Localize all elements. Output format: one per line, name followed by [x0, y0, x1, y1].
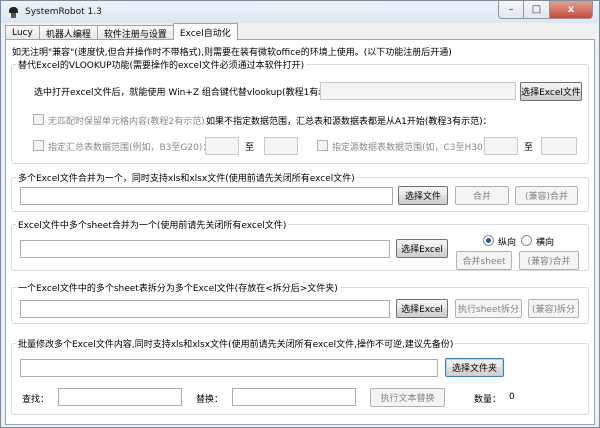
- window-controls: – □ x: [498, 1, 593, 19]
- summary-range-to-label: 至: [245, 143, 255, 153]
- select-excel-file-button[interactable]: 选择Excel文件: [520, 82, 582, 101]
- merge-button[interactable]: 合并: [455, 186, 509, 205]
- merge-files-group: 多个Excel文件合并为一个，同时支持xls和xlsx文件(使用前请先关闭所有e…: [11, 171, 589, 212]
- batch-folder-path-field[interactable]: [20, 359, 438, 377]
- split-sheets-path-field[interactable]: [20, 300, 390, 318]
- excel-automation-panel: 如无注明"兼容"(速度快,但合并操作时不带格式),则需要在装有微软office的…: [5, 39, 595, 425]
- find-label: 查找：: [22, 395, 50, 405]
- replace-field[interactable]: [232, 388, 356, 406]
- source-range-to-label: 至: [524, 143, 534, 153]
- split-sheets-legend: 一个Excel文件中的多个sheet表拆分为多个Excel文件(存放在<拆分后>…: [16, 281, 340, 294]
- source-range-start-field[interactable]: [484, 137, 518, 155]
- summary-range-checkbox[interactable]: [33, 140, 44, 151]
- select-folder-button[interactable]: 选择文件夹: [445, 358, 504, 377]
- merge-sheets-legend: Excel文件中多个sheet合并为一个(使用前请先关闭所有excel文件): [16, 218, 289, 231]
- split-sheets-group: 一个Excel文件中的多个sheet表拆分为多个Excel文件(存放在<拆分后>…: [11, 281, 589, 324]
- maximize-button[interactable]: □: [524, 1, 550, 19]
- tab-excel-automation[interactable]: Excel自动化: [172, 23, 238, 40]
- horizontal-label: 横向: [536, 238, 555, 248]
- vertical-radio[interactable]: [483, 235, 494, 246]
- tab-robot-programming[interactable]: 机器人编程: [38, 25, 98, 40]
- tab-strip: Lucy 机器人编程 软件注册与设置 Excel自动化: [5, 23, 238, 40]
- compat-merge-files-button[interactable]: (兼容)合并: [515, 186, 578, 205]
- tab-registration-settings[interactable]: 软件注册与设置: [96, 25, 174, 40]
- vlookup-instruction: 选中打开excel文件后，就能使用 Win+Z 组合键代替vlookup(教程1…: [34, 88, 340, 98]
- minimize-button[interactable]: –: [498, 1, 524, 19]
- merge-sheets-path-field[interactable]: [20, 240, 390, 258]
- find-field[interactable]: [58, 388, 182, 406]
- title-bar[interactable]: SystemRobot 1.3 – □ x: [1, 1, 599, 23]
- compat-split-button[interactable]: (兼容)拆分: [528, 299, 579, 318]
- select-files-button[interactable]: 选择文件: [398, 186, 448, 205]
- keep-cell-content-label: 无匹配时保留单元格内容(教程2有示范): [48, 117, 205, 127]
- close-button[interactable]: x: [550, 1, 593, 19]
- vlookup-file-path-field[interactable]: [320, 82, 516, 100]
- summary-range-end-field[interactable]: [264, 137, 298, 155]
- range-note: 如果不指定数据范围，汇总表和源数据表都是从A1开始(教程3有示范)：: [206, 117, 492, 127]
- source-range-label: 指定源数据表数据范围(如，C3至H30)：: [332, 143, 496, 153]
- merge-sheets-group: Excel文件中多个sheet合并为一个(使用前请先关闭所有excel文件) 选…: [11, 218, 589, 271]
- vertical-label: 纵向: [498, 238, 517, 248]
- vlookup-legend: 替代Excel的VLOOKUP功能(需要操作的excel文件必须通过本软件打开): [16, 58, 307, 71]
- source-range-checkbox[interactable]: [317, 140, 328, 151]
- merge-files-legend: 多个Excel文件合并为一个，同时支持xls和xlsx文件(使用前请先关闭所有e…: [16, 171, 357, 184]
- batch-replace-group: 批量修改多个Excel文件内容,同时支持xls和xlsx文件(使用前请先关闭所有…: [11, 337, 589, 415]
- usage-notice: 如无注明"兼容"(速度快,但合并操作时不带格式),则需要在装有微软office的…: [12, 48, 452, 58]
- compat-merge-sheets-button[interactable]: (兼容)合并: [519, 251, 579, 270]
- replace-label: 替换：: [196, 395, 224, 405]
- app-window: SystemRobot 1.3 – □ x Lucy 机器人编程 软件注册与设置…: [0, 0, 600, 428]
- merge-sheets-select-excel-button[interactable]: 选择Excel: [396, 239, 448, 258]
- count-value: 0: [509, 392, 515, 402]
- execute-replace-button[interactable]: 执行文本替换: [370, 388, 445, 407]
- summary-range-start-field[interactable]: [205, 137, 239, 155]
- source-range-end-field[interactable]: [541, 137, 577, 155]
- summary-range-label: 指定汇总表数据范围(例如，B3至G20)：: [48, 143, 212, 153]
- batch-replace-legend: 批量修改多个Excel文件内容,同时支持xls和xlsx文件(使用前请先关闭所有…: [16, 337, 456, 350]
- merge-sheet-button[interactable]: 合并sheet: [456, 251, 512, 270]
- window-title: SystemRobot 1.3: [25, 7, 102, 17]
- keep-cell-content-checkbox[interactable]: [33, 114, 44, 125]
- vlookup-group: 替代Excel的VLOOKUP功能(需要操作的excel文件必须通过本软件打开)…: [11, 58, 589, 164]
- merge-files-path-field[interactable]: [20, 187, 393, 205]
- count-label: 数量：: [474, 395, 502, 405]
- split-sheet-button[interactable]: 执行sheet拆分: [455, 299, 522, 318]
- tab-lucy[interactable]: Lucy: [5, 25, 40, 40]
- robot-app-icon: [7, 6, 20, 19]
- split-sheets-select-excel-button[interactable]: 选择Excel: [396, 299, 448, 318]
- horizontal-radio[interactable]: [521, 235, 532, 246]
